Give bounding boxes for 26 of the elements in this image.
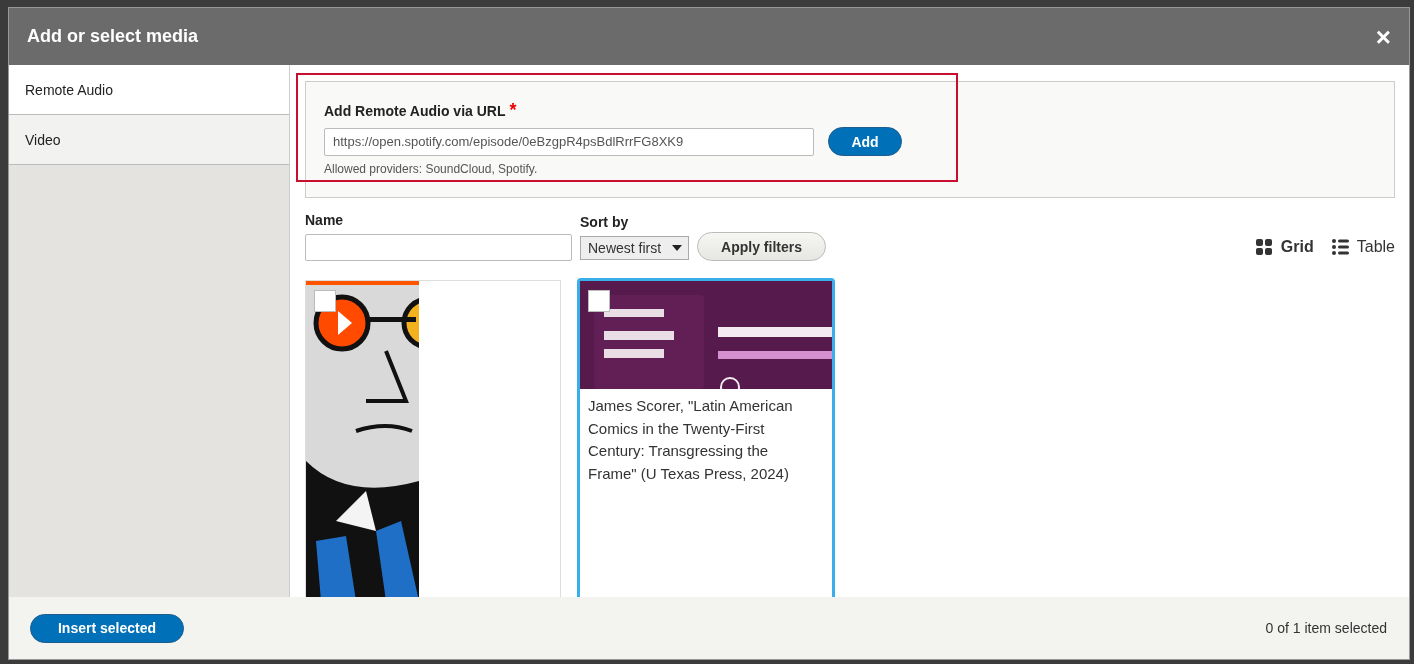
grid-icon — [1255, 239, 1273, 255]
insert-selected-button[interactable]: Insert selected — [30, 613, 184, 643]
apply-filters-button[interactable]: Apply filters — [697, 232, 826, 261]
sidebar-tab[interactable]: Video — [9, 115, 289, 165]
name-label: Name — [305, 212, 345, 228]
required-mark: * — [509, 100, 517, 120]
add-button[interactable]: Add — [828, 127, 902, 156]
dialog-title: Add or select media — [27, 26, 199, 47]
sidebar-tab[interactable]: Remote Audio — [9, 65, 289, 115]
name-field[interactable] — [305, 234, 572, 261]
select-checkbox[interactable] — [314, 290, 336, 312]
view-toggle[interactable]: Table — [1331, 238, 1395, 256]
selection-status: 0 of 1 item selected — [1265, 620, 1387, 636]
media-card[interactable]: James Scorer, "Latin American Comics in the Twenty-First Century: Transgressing the Frame" (U Texas Press, 2024) — [577, 278, 835, 597]
sort-dropdown[interactable]: Newest first — [580, 236, 689, 260]
close-button[interactable]: × — [1375, 23, 1391, 50]
media-title: James Scorer, "Latin American Comics in the Twenty-First Century: Transgressing the Frame" (U Texas Press, 2024) — [587, 396, 794, 484]
sort-label: Sort by — [580, 214, 630, 230]
field-label: Add Remote Audio via URL — [324, 103, 506, 119]
view-toggle[interactable]: Grid — [1255, 238, 1314, 256]
list-icon — [1331, 239, 1349, 255]
help-text: Allowed providers: SoundCloud, Spotify. — [324, 162, 539, 176]
select-checkbox[interactable] — [588, 290, 610, 312]
media-card[interactable] — [305, 280, 561, 597]
caret-icon — [672, 245, 682, 251]
url-field[interactable]: https://open.spotify.com/episode/0eBzgpR4psBdlRrrFG8XK9 — [324, 127, 814, 156]
